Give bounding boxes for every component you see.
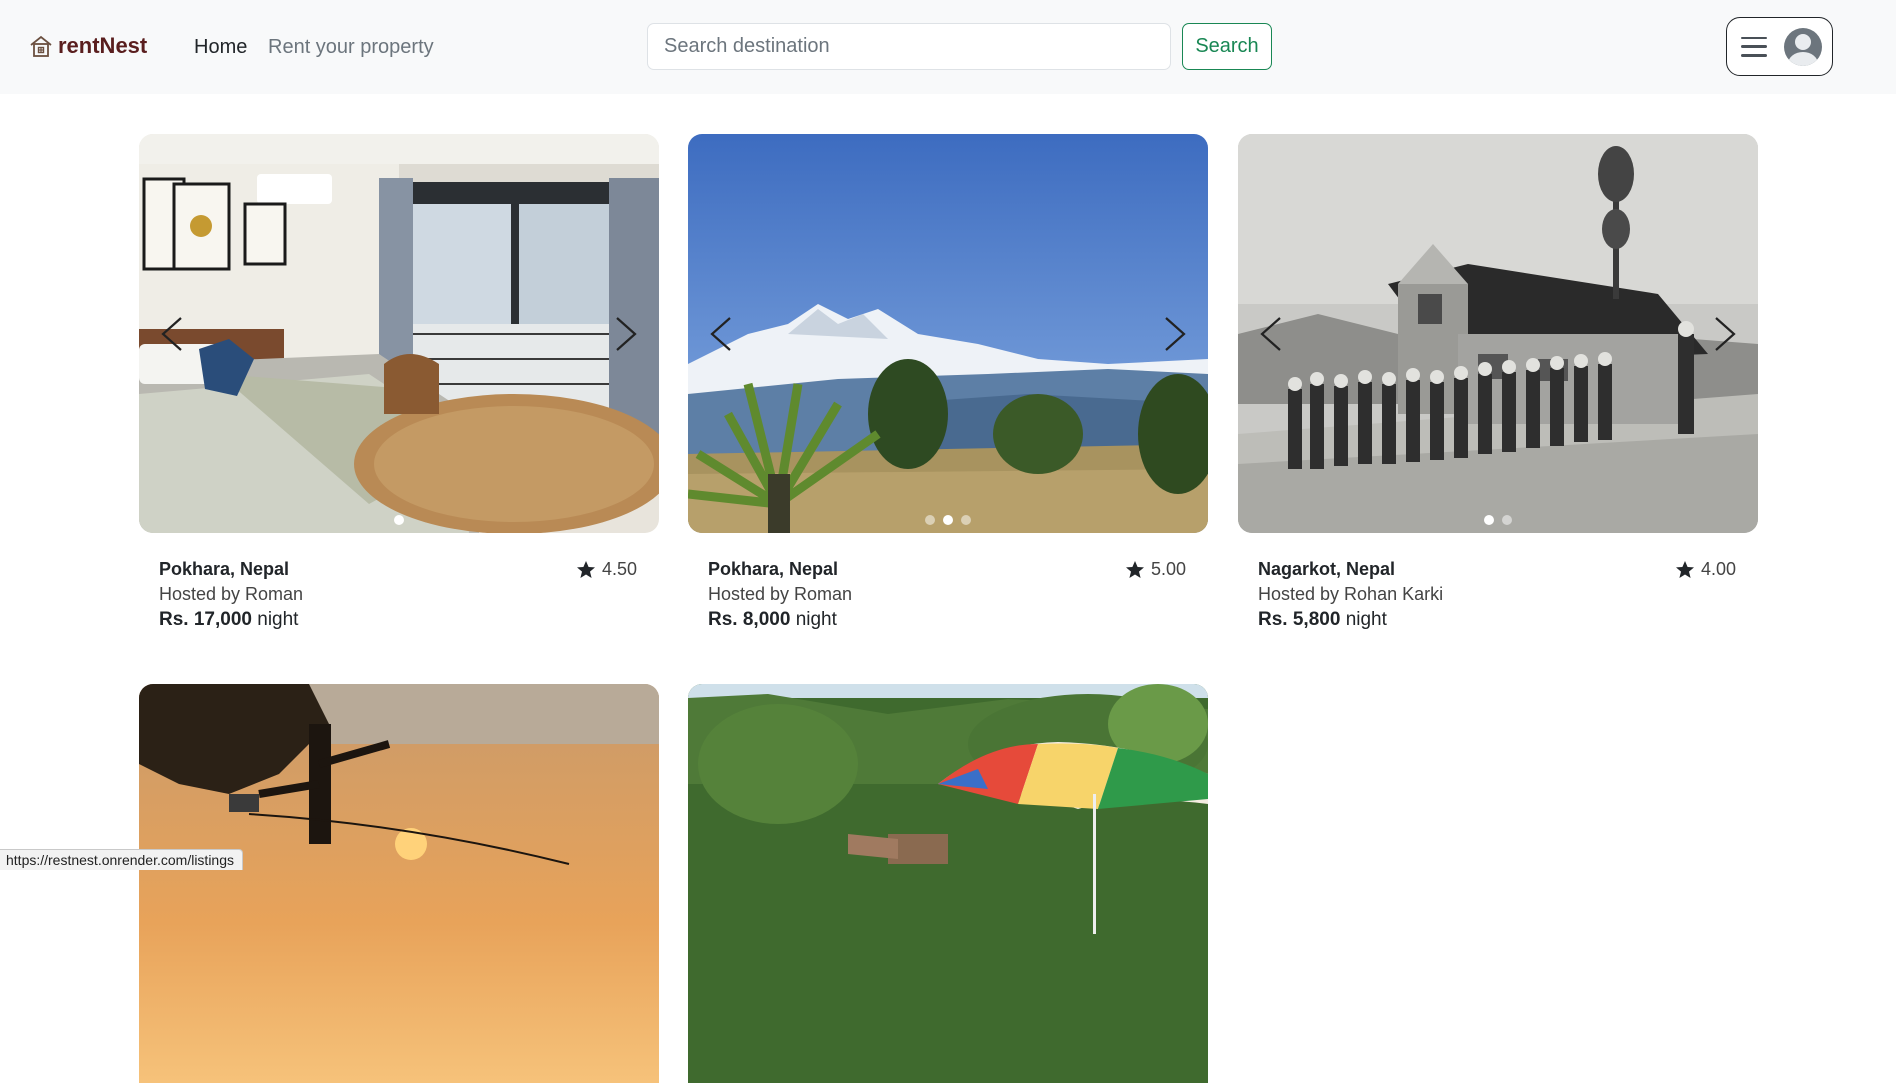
listing-info: Nagarkot, Nepal Hosted by Rohan Karki Rs… (1238, 559, 1758, 639)
listing-price: Rs. 5,800 night (1258, 609, 1387, 630)
carousel-indicators (139, 515, 659, 525)
listing-host: Hosted by Roman (159, 584, 304, 604)
carousel-dot[interactable] (925, 515, 935, 525)
listing-photo (688, 134, 1208, 533)
listing-host: Hosted by Rohan Karki (1258, 584, 1444, 604)
listing-photo (688, 684, 1208, 1083)
listing-card[interactable]: Pokhara, Nepal Hosted by Roman Rs. 17,00… (139, 134, 659, 639)
listing-carousel (688, 684, 1208, 1083)
avatar-icon (1784, 27, 1822, 66)
status-bar-url: https://restnest.onrender.com/listings (0, 849, 243, 870)
carousel-dot[interactable] (961, 515, 971, 525)
chevron-right-icon (1165, 317, 1186, 351)
carousel-prev-button[interactable] (155, 314, 191, 354)
listing-price: Rs. 17,000 night (159, 609, 299, 630)
chevron-left-icon (710, 317, 731, 351)
carousel-indicators (688, 515, 1208, 525)
listing-carousel (688, 134, 1208, 533)
nav-home-link[interactable]: Home (194, 36, 247, 59)
search-button[interactable]: Search (1182, 23, 1272, 70)
carousel-prev-button[interactable] (1254, 314, 1290, 354)
listing-card[interactable] (139, 684, 659, 1083)
chevron-right-icon (616, 317, 637, 351)
carousel-prev-button[interactable] (704, 314, 740, 354)
navbar: rentNest Home Rent your property Search (0, 0, 1896, 94)
star-icon (1125, 560, 1144, 578)
listing-card[interactable]: Nagarkot, Nepal Hosted by Rohan Karki Rs… (1238, 134, 1758, 639)
carousel-dot[interactable] (943, 515, 953, 525)
listing-rating: 5.00 (1125, 559, 1186, 580)
chevron-left-icon (161, 317, 182, 351)
listing-rating: 4.00 (1675, 559, 1736, 580)
listing-location: Pokhara, Nepal (708, 559, 839, 579)
user-menu-button[interactable] (1726, 17, 1833, 76)
listing-info: Pokhara, Nepal Hosted by Roman Rs. 17,00… (139, 559, 659, 639)
listing-location: Nagarkot, Nepal (1258, 559, 1396, 579)
listing-photo (1238, 134, 1758, 533)
chevron-right-icon (1715, 317, 1736, 351)
carousel-dot[interactable] (394, 515, 404, 525)
carousel-indicators (1238, 515, 1758, 525)
listing-price: Rs. 8,000 night (708, 609, 837, 630)
search-input[interactable] (647, 23, 1171, 70)
brand-name: rentNest (58, 33, 148, 58)
listing-photo (139, 684, 659, 1083)
star-icon (1675, 560, 1694, 578)
listing-info: Pokhara, Nepal Hosted by Roman Rs. 8,000… (688, 559, 1208, 639)
listing-card[interactable]: Pokhara, Nepal Hosted by Roman Rs. 8,000… (688, 134, 1208, 639)
listing-host: Hosted by Roman (708, 584, 853, 604)
listing-card[interactable] (688, 684, 1208, 1083)
carousel-next-button[interactable] (1156, 314, 1192, 354)
carousel-dot[interactable] (1484, 515, 1494, 525)
nav-rent-property-link[interactable]: Rent your property (268, 36, 434, 59)
listing-carousel (139, 134, 659, 533)
carousel-next-button[interactable] (607, 314, 643, 354)
hamburger-icon (1741, 36, 1767, 57)
listing-carousel (1238, 134, 1758, 533)
carousel-next-button[interactable] (1706, 314, 1742, 354)
listing-location: Pokhara, Nepal (159, 559, 290, 579)
carousel-dot[interactable] (1502, 515, 1512, 525)
listing-photo (139, 134, 659, 533)
brand-logo[interactable]: rentNest (28, 33, 147, 59)
star-icon (576, 560, 595, 578)
listing-rating: 4.50 (576, 559, 637, 580)
chevron-left-icon (1260, 317, 1281, 351)
house-icon (30, 35, 52, 57)
listing-carousel (139, 684, 659, 1083)
